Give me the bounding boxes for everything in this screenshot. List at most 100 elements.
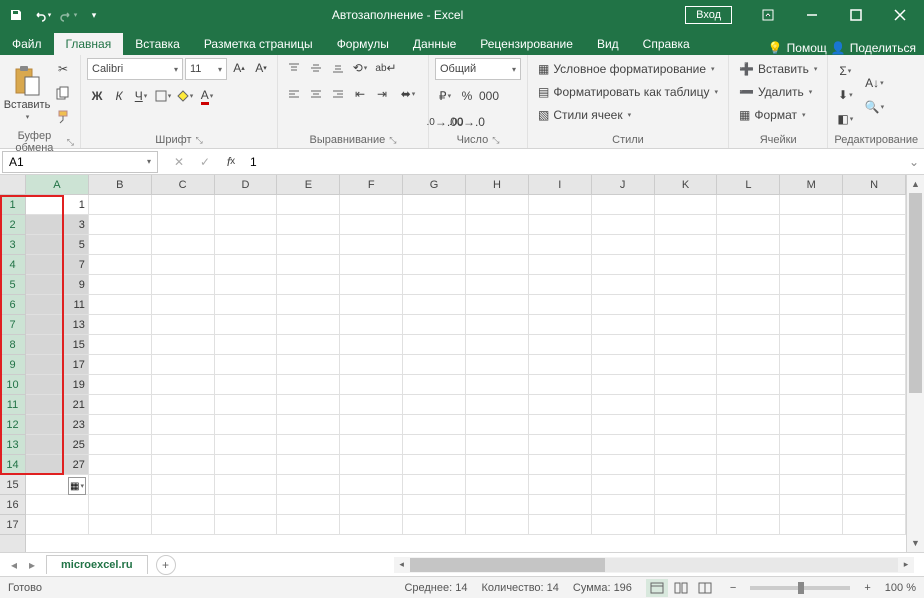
cell[interactable] (717, 335, 780, 355)
tab-view[interactable]: Вид (585, 33, 631, 55)
cell[interactable] (529, 295, 592, 315)
select-all-corner[interactable] (0, 175, 26, 195)
cell[interactable] (277, 355, 340, 375)
format-cells-button[interactable]: ▦Формат▾ (735, 104, 821, 126)
cell[interactable] (655, 375, 718, 395)
percent-format-icon[interactable]: % (457, 86, 477, 106)
cell[interactable] (277, 495, 340, 515)
cell[interactable] (655, 475, 718, 495)
number-format-combo[interactable]: Общий▾ (435, 58, 521, 80)
cell[interactable] (717, 295, 780, 315)
cell[interactable] (717, 495, 780, 515)
row-header[interactable]: 8 (0, 335, 25, 355)
cell[interactable] (529, 255, 592, 275)
cell[interactable] (466, 275, 529, 295)
col-header[interactable]: L (717, 175, 780, 194)
cell[interactable] (277, 515, 340, 535)
fill-color-button[interactable]: ▾ (175, 86, 195, 106)
cell[interactable] (215, 255, 278, 275)
cell[interactable] (780, 255, 843, 275)
cell[interactable] (780, 475, 843, 495)
cell[interactable]: 13 (26, 315, 89, 335)
align-top-icon[interactable] (284, 58, 304, 78)
cell[interactable] (89, 215, 152, 235)
close-icon[interactable] (880, 3, 920, 27)
cell[interactable] (403, 475, 466, 495)
cell[interactable] (717, 455, 780, 475)
cell[interactable] (780, 295, 843, 315)
tab-help[interactable]: Справка (631, 33, 702, 55)
row-header[interactable]: 5 (0, 275, 25, 295)
row-header[interactable]: 10 (0, 375, 25, 395)
cell[interactable] (592, 275, 655, 295)
cell[interactable] (466, 255, 529, 275)
zoom-level[interactable]: 100 % (885, 582, 916, 594)
zoom-slider[interactable] (750, 586, 850, 590)
cell[interactable] (466, 415, 529, 435)
row-header[interactable]: 1 (0, 195, 25, 215)
clear-icon[interactable]: ◧▾ (834, 108, 856, 130)
cell[interactable] (592, 375, 655, 395)
cell[interactable] (403, 415, 466, 435)
border-button[interactable]: ▾ (153, 86, 173, 106)
cell[interactable] (592, 435, 655, 455)
cell[interactable] (780, 375, 843, 395)
cell[interactable] (655, 335, 718, 355)
cell[interactable] (340, 515, 403, 535)
cell[interactable] (89, 315, 152, 335)
row-header[interactable]: 2 (0, 215, 25, 235)
cell[interactable]: 9 (26, 275, 89, 295)
col-header[interactable]: K (655, 175, 718, 194)
cell[interactable] (780, 355, 843, 375)
cell[interactable] (466, 295, 529, 315)
cell[interactable] (592, 515, 655, 535)
col-header[interactable]: I (529, 175, 592, 194)
align-middle-icon[interactable] (306, 58, 326, 78)
cell[interactable] (152, 195, 215, 215)
cell[interactable]: 15 (26, 335, 89, 355)
cell[interactable] (655, 515, 718, 535)
cell[interactable] (340, 235, 403, 255)
sheet-nav-prev-icon[interactable]: ◂ (6, 558, 22, 572)
cell[interactable]: 11 (26, 295, 89, 315)
scroll-left-icon[interactable]: ◂ (394, 559, 410, 570)
bold-button[interactable]: Ж (87, 86, 107, 106)
cell[interactable] (529, 275, 592, 295)
ribbon-display-icon[interactable] (748, 3, 788, 27)
format-painter-icon[interactable] (52, 106, 74, 128)
cell[interactable] (780, 195, 843, 215)
cell[interactable] (89, 415, 152, 435)
cell[interactable] (215, 275, 278, 295)
cell[interactable]: 23 (26, 415, 89, 435)
cell[interactable] (780, 415, 843, 435)
cell[interactable] (152, 295, 215, 315)
cell[interactable] (152, 315, 215, 335)
cell[interactable] (89, 255, 152, 275)
cell[interactable] (340, 195, 403, 215)
cell[interactable] (340, 415, 403, 435)
cell[interactable] (403, 435, 466, 455)
cut-icon[interactable]: ✂ (52, 58, 74, 80)
cell[interactable] (780, 435, 843, 455)
cell[interactable] (843, 315, 906, 335)
cancel-icon[interactable]: ✕ (166, 151, 192, 173)
cell[interactable] (152, 395, 215, 415)
decrease-decimal-icon[interactable]: .00→.0 (457, 112, 477, 132)
column-headers[interactable]: ABCDEFGHIJKLMN (26, 175, 906, 195)
col-header[interactable]: B (89, 175, 152, 194)
underline-button[interactable]: Ч▾ (131, 86, 151, 106)
col-header[interactable]: F (340, 175, 403, 194)
dialog-launcher-icon[interactable]: ⤡ (196, 135, 203, 146)
autofill-options-icon[interactable]: ▦▾ (68, 477, 86, 495)
cell[interactable] (403, 235, 466, 255)
cell[interactable] (340, 295, 403, 315)
find-select-icon[interactable]: 🔍▾ (860, 96, 888, 118)
cell[interactable] (529, 415, 592, 435)
row-header[interactable]: 13 (0, 435, 25, 455)
cell[interactable] (89, 515, 152, 535)
cell[interactable] (655, 255, 718, 275)
cell[interactable] (277, 235, 340, 255)
cell[interactable] (780, 235, 843, 255)
cell[interactable] (466, 195, 529, 215)
row-header[interactable]: 15 (0, 475, 25, 495)
